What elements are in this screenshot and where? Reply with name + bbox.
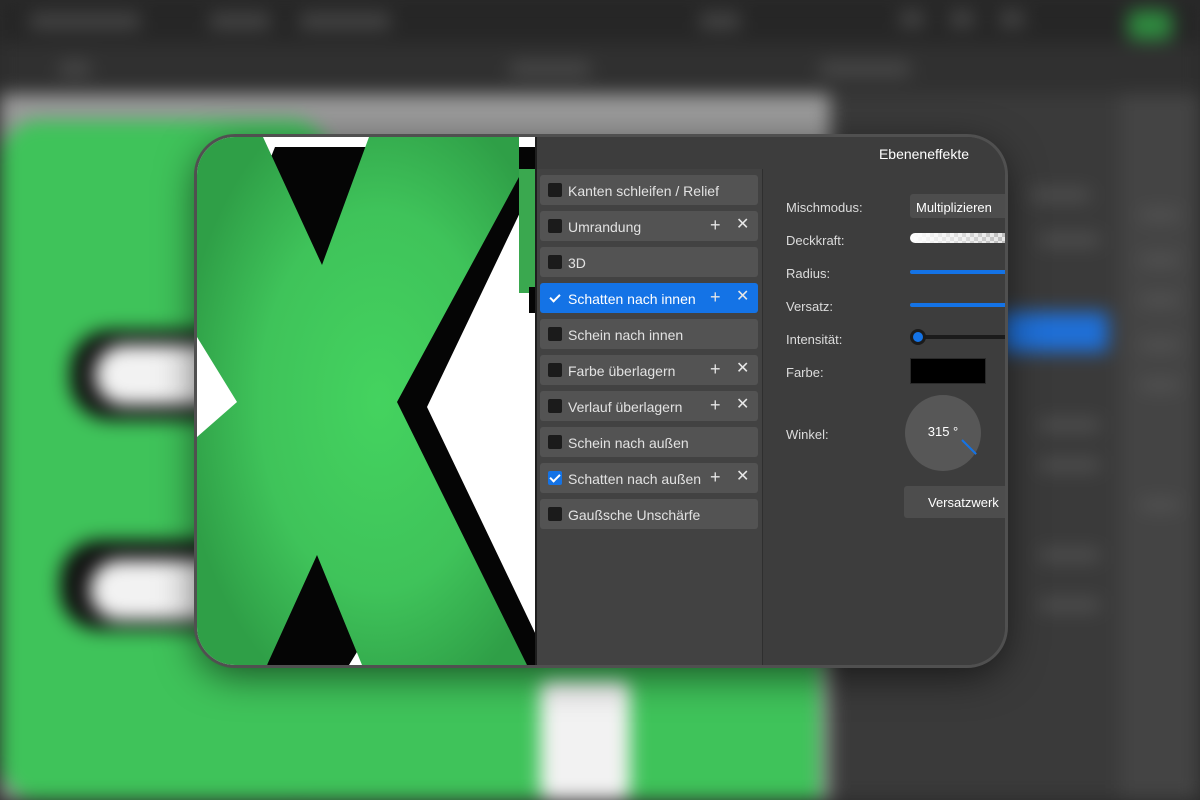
panel-header: Ebeneneffekte: [537, 137, 1005, 169]
background-panel-line: [1040, 600, 1100, 610]
effect-item-gaussian-blur[interactable]: Gaußsche Unschärfe: [540, 499, 758, 529]
offset-values-button[interactable]: Versatzwerk: [904, 486, 1005, 518]
letter-x-shape: [197, 137, 527, 665]
effect-item-stroke[interactable]: Umrandung + ✕: [540, 211, 758, 241]
background-panel-line: [1140, 380, 1180, 390]
color-swatch[interactable]: [910, 358, 986, 384]
effect-label: Umrandung: [568, 219, 642, 235]
plus-icon[interactable]: +: [710, 215, 721, 235]
effect-label: Farbe überlagern: [568, 363, 676, 379]
canvas-preview: [197, 137, 537, 665]
background-button: [1128, 10, 1172, 40]
offset-label: Versatz:: [786, 299, 833, 314]
background-toolbar-item: [30, 14, 140, 28]
plus-icon[interactable]: +: [710, 287, 721, 307]
effect-checkbox[interactable]: [548, 219, 562, 233]
effect-checkbox[interactable]: [548, 363, 562, 377]
background-toolbar-item: [1000, 12, 1024, 26]
background-toolbar-item: [510, 62, 590, 76]
effect-checkbox[interactable]: [548, 435, 562, 449]
opacity-label: Deckkraft:: [786, 233, 845, 248]
effect-label: Schatten nach innen: [568, 291, 696, 307]
background-side-panel: [1120, 94, 1200, 800]
intensity-label: Intensität:: [786, 332, 843, 347]
close-icon[interactable]: ✕: [736, 287, 749, 307]
background-panel-line: [1140, 295, 1180, 305]
effect-item-bevel-emboss[interactable]: Kanten schleifen / Relief: [540, 175, 758, 205]
effect-checkbox[interactable]: [548, 471, 562, 485]
background-toolbar-item: [60, 62, 90, 76]
background-toolbar-item: [700, 14, 740, 28]
effect-label: Verlauf überlagern: [568, 399, 683, 415]
intensity-slider-handle[interactable]: [910, 329, 926, 345]
background-panel-line: [1040, 420, 1100, 430]
background-toolbar-item: [820, 62, 910, 76]
close-icon[interactable]: ✕: [736, 359, 749, 379]
close-icon[interactable]: ✕: [736, 215, 749, 235]
layer-effects-dialog: Ebeneneffekte Kanten schleifen / Relief …: [197, 137, 1005, 665]
background-panel-line: [1040, 460, 1100, 470]
effect-item-outer-glow[interactable]: Schein nach außen: [540, 427, 758, 457]
background-letter-highlight: [540, 680, 630, 800]
effect-checkbox[interactable]: [548, 399, 562, 413]
plus-icon[interactable]: +: [710, 359, 721, 379]
effect-checkbox[interactable]: [548, 183, 562, 197]
letter-x-fragment: [519, 169, 535, 293]
effect-label: Kanten schleifen / Relief: [568, 183, 719, 199]
effect-settings: Mischmodus: Multiplizieren Deckkraft: Ra…: [762, 169, 1005, 665]
effect-checkbox[interactable]: [548, 291, 562, 305]
effect-item-inner-glow[interactable]: Schein nach innen: [540, 319, 758, 349]
background-panel-line: [1140, 340, 1180, 350]
background-panel-line: [1140, 500, 1180, 510]
effect-item-color-overlay[interactable]: Farbe überlagern + ✕: [540, 355, 758, 385]
effect-checkbox[interactable]: [548, 255, 562, 269]
background-options-bar: [0, 44, 1200, 95]
background-selected-item: [1000, 312, 1108, 352]
angle-label: Winkel:: [786, 427, 829, 442]
angle-value: 315 °: [927, 424, 959, 439]
effect-label: Gaußsche Unschärfe: [568, 507, 701, 523]
background-toolbar-item: [300, 14, 390, 28]
opacity-slider[interactable]: [910, 233, 1005, 243]
effect-label: Schein nach außen: [568, 435, 689, 451]
blend-mode-select[interactable]: Multiplizieren: [910, 194, 1005, 218]
effect-checkbox[interactable]: [548, 327, 562, 341]
effects-list: Kanten schleifen / Relief Umrandung + ✕ …: [537, 169, 762, 665]
effect-item-3d[interactable]: 3D: [540, 247, 758, 277]
effect-label: Schein nach innen: [568, 327, 684, 343]
close-icon[interactable]: ✕: [736, 467, 749, 487]
intensity-slider[interactable]: [915, 335, 1005, 339]
offset-slider[interactable]: [910, 303, 1005, 307]
effect-label: Schatten nach außen: [568, 471, 702, 487]
background-panel-line: [1140, 255, 1180, 265]
background-toolbar-item: [950, 12, 974, 26]
angle-indicator: [961, 439, 977, 455]
background-panel-line: [1140, 210, 1180, 220]
effect-label: 3D: [568, 255, 586, 271]
effect-checkbox[interactable]: [548, 507, 562, 521]
angle-dial[interactable]: 315 °: [905, 395, 981, 471]
letter-x-artwork: [197, 137, 537, 665]
radius-slider[interactable]: [910, 270, 1005, 274]
background-toolbar-item: [210, 14, 270, 28]
plus-icon[interactable]: +: [710, 395, 721, 415]
effect-item-drop-shadow[interactable]: Schatten nach außen + ✕: [540, 463, 758, 493]
check-icon: [549, 291, 561, 303]
blend-mode-label: Mischmodus:: [786, 200, 863, 215]
background-panel-line: [1040, 550, 1100, 560]
plus-icon[interactable]: +: [710, 467, 721, 487]
effect-item-inner-shadow[interactable]: Schatten nach innen + ✕: [540, 283, 758, 313]
background-toolbar-item: [900, 12, 924, 26]
background-panel-line: [1030, 190, 1090, 200]
panel-title: Ebeneneffekte: [878, 146, 969, 162]
check-icon: [549, 471, 561, 483]
color-label: Farbe:: [786, 365, 824, 380]
radius-label: Radius:: [786, 266, 831, 281]
close-icon[interactable]: ✕: [736, 395, 749, 415]
effect-item-gradient-overlay[interactable]: Verlauf überlagern + ✕: [540, 391, 758, 421]
background-panel-line: [1040, 235, 1100, 245]
